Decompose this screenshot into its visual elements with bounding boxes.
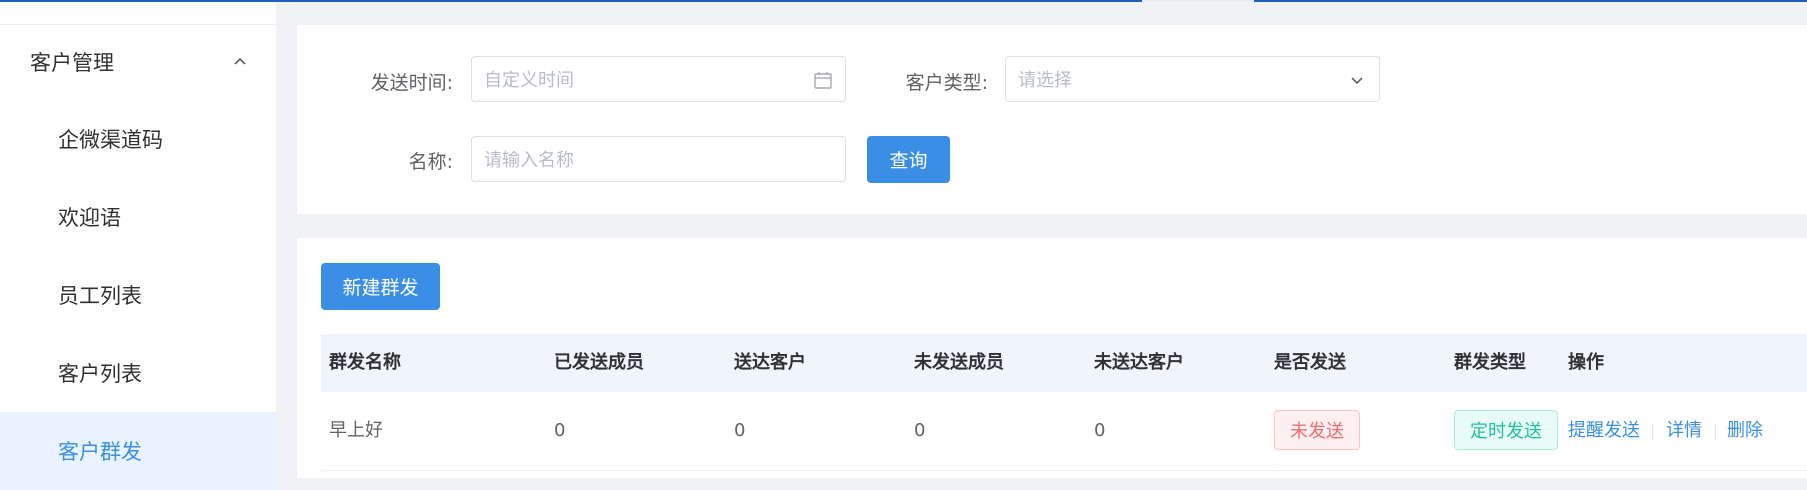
cell-delivered-customers: 0 — [734, 420, 746, 441]
delete-link[interactable]: 删除 — [1727, 392, 1763, 470]
sidebar-item-customer-list[interactable]: 客户列表 — [0, 334, 276, 412]
column-header: 群发名称 — [329, 352, 401, 373]
new-broadcast-button[interactable]: 新建群发 — [321, 263, 440, 310]
sidebar-item-staff-list[interactable]: 员工列表 — [0, 256, 276, 334]
column-header: 未发送成员 — [914, 352, 1004, 373]
table-row: 早上好 0 0 0 0 未发送 定时发送 提醒发送 详情 删除 — [321, 392, 1807, 471]
table-header: 群发名称 已发送成员 送达客户 未发送成员 未送达客户 是否发送 群发类型 操作 — [321, 334, 1807, 393]
name-label: 名称: — [408, 151, 453, 173]
action-divider — [1715, 425, 1716, 439]
cell-sent-members: 0 — [554, 420, 566, 441]
column-header: 是否发送 — [1274, 352, 1346, 373]
customer-type-label: 客户类型: — [905, 72, 988, 94]
name-input[interactable]: 请输入名称 — [471, 136, 846, 182]
chevron-down-icon — [1351, 77, 1363, 85]
send-time-picker[interactable]: 自定义时间 — [471, 56, 846, 102]
name-placeholder: 请输入名称 — [484, 150, 574, 171]
sidebar-group-customer-management[interactable]: 客户管理 — [0, 34, 276, 90]
sidebar-item-channel-code[interactable]: 企微渠道码 — [0, 100, 276, 178]
customer-type-placeholder: 请选择 — [1018, 70, 1072, 91]
column-header: 操作 — [1568, 352, 1604, 373]
cell-undelivered-customers: 0 — [1094, 420, 1106, 441]
details-link[interactable]: 详情 — [1666, 392, 1702, 470]
action-divider — [1652, 425, 1653, 439]
sidebar-item-label: 客户群发 — [58, 440, 142, 464]
column-header: 群发类型 — [1454, 352, 1526, 373]
column-header: 送达客户 — [734, 352, 806, 373]
calendar-icon — [814, 72, 832, 89]
sidebar-item-customer-broadcast[interactable]: 客户群发 — [0, 412, 276, 490]
sidebar-group-label: 客户管理 — [30, 51, 114, 75]
chevron-up-icon — [234, 57, 246, 65]
sidebar-item-welcome[interactable]: 欢迎语 — [0, 178, 276, 256]
filter-panel: 发送时间: 自定义时间 客户类型: 请选择 名称: 请输入名称 查询 — [297, 25, 1807, 214]
remind-send-link[interactable]: 提醒发送 — [1568, 392, 1640, 470]
column-header: 已发送成员 — [554, 352, 644, 373]
sidebar-item-label: 企微渠道码 — [58, 128, 163, 152]
status-badge: 未发送 — [1274, 410, 1360, 450]
sidebar-divider — [0, 24, 276, 25]
column-header: 未送达客户 — [1094, 352, 1184, 373]
cell-unsent-members: 0 — [914, 420, 926, 441]
send-time-label: 发送时间: — [370, 72, 453, 94]
sidebar: 客户管理 企微渠道码 欢迎语 员工列表 客户列表 客户群发 — [0, 2, 277, 490]
query-button[interactable]: 查询 — [867, 136, 950, 183]
broadcast-type-badge: 定时发送 — [1454, 410, 1558, 450]
cell-broadcast-name: 早上好 — [329, 420, 383, 441]
sidebar-item-label: 客户列表 — [58, 362, 142, 386]
sidebar-item-label: 欢迎语 — [58, 206, 121, 230]
send-time-placeholder: 自定义时间 — [484, 70, 574, 91]
sidebar-item-label: 员工列表 — [58, 284, 142, 308]
customer-type-select[interactable]: 请选择 — [1005, 56, 1380, 102]
